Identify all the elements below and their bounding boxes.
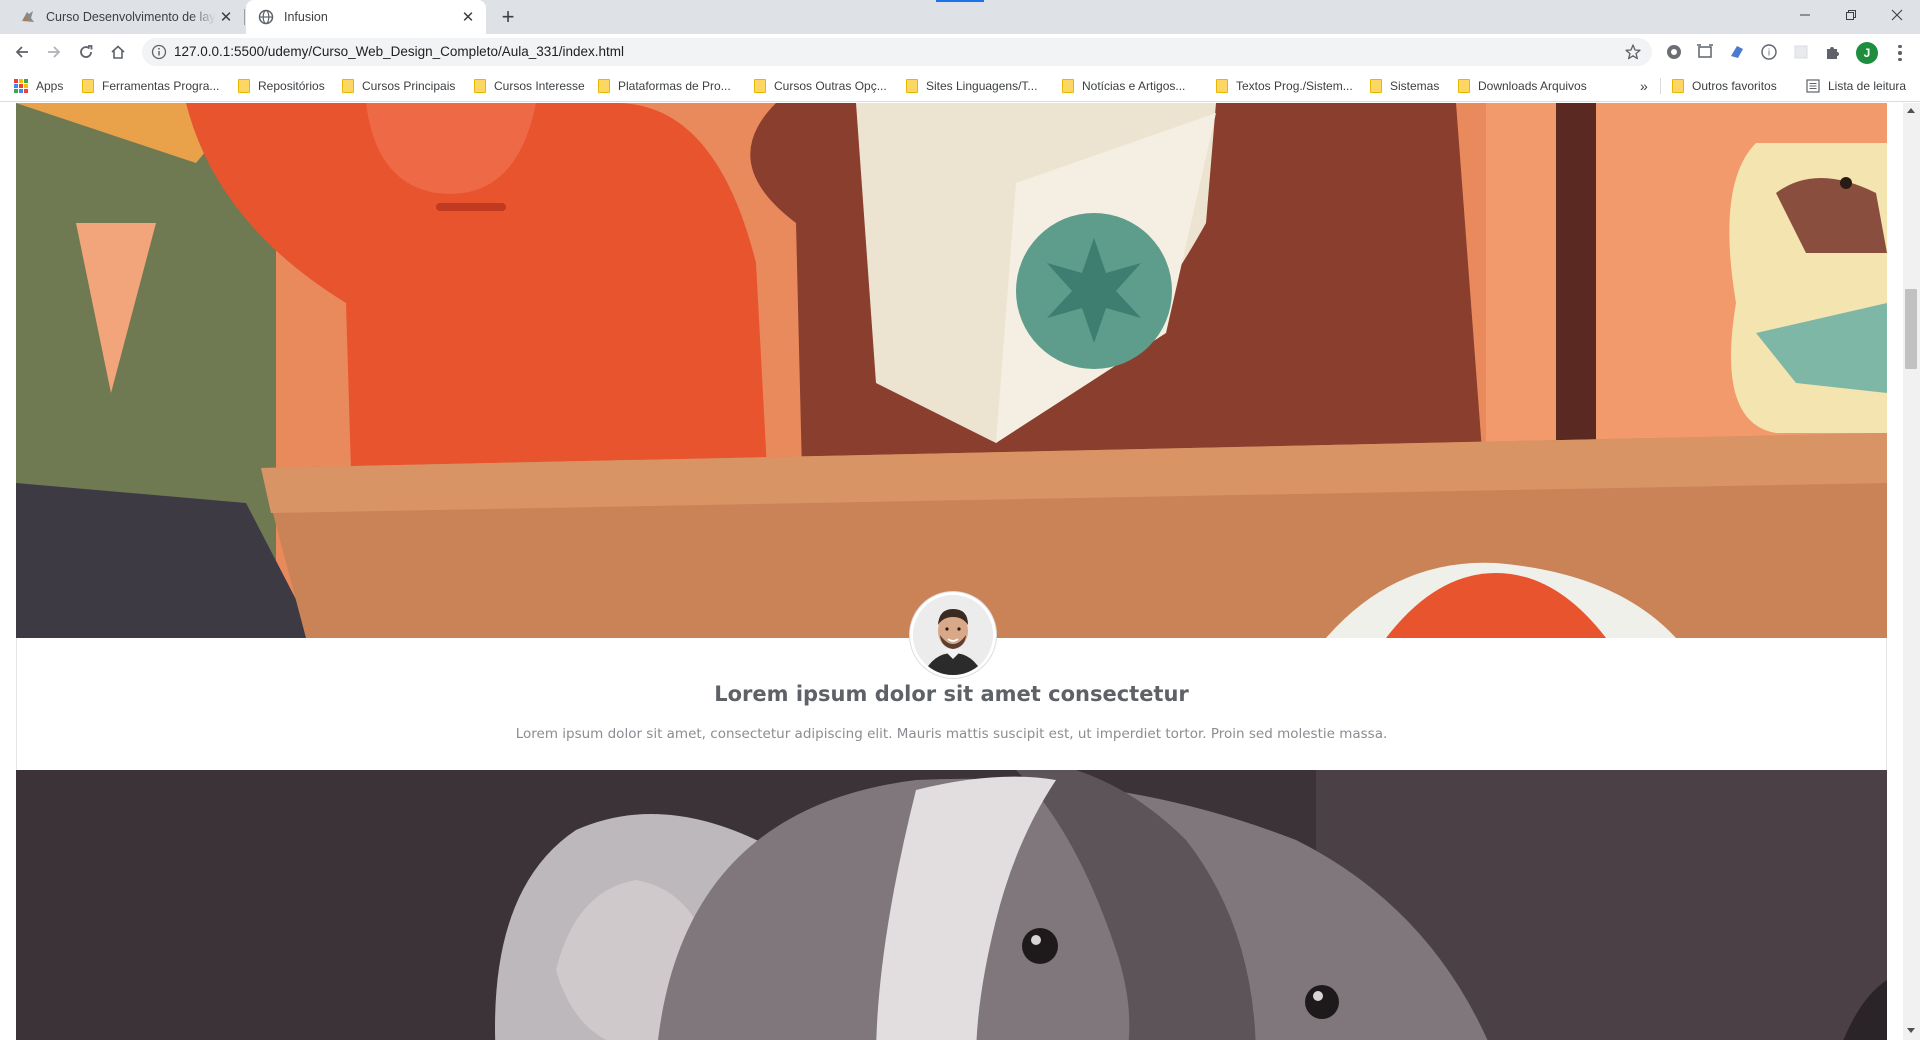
- scroll-up-arrow-icon[interactable]: [1906, 105, 1916, 115]
- scroll-down-arrow-icon[interactable]: [1906, 1026, 1916, 1036]
- globe-icon: [258, 9, 274, 25]
- bookmark-apps[interactable]: Apps: [14, 70, 63, 101]
- extensions-puzzle-icon[interactable]: [1824, 43, 1842, 61]
- folder-icon: [906, 78, 918, 93]
- bookmark-folder-sites-linguagens[interactable]: Sites Linguagens/T...: [906, 70, 1037, 101]
- browser-toolbar: 127.0.0.1:5500/udemy/Curso_Web_Design_Co…: [0, 34, 1920, 70]
- bookmark-folder-ferramentas[interactable]: Ferramentas Progra...: [82, 70, 219, 101]
- bookmark-label: Downloads Arquivos: [1478, 78, 1587, 93]
- screenshot-extension-icon[interactable]: [1696, 43, 1714, 61]
- extension-blank-icon[interactable]: [1792, 43, 1810, 61]
- home-icon[interactable]: [104, 38, 132, 66]
- bookmark-label: Plataformas de Pro...: [618, 78, 731, 93]
- bookmark-label: Textos Prog./Sistem...: [1236, 78, 1353, 93]
- page-viewport: Lorem ipsum dolor sit amet consectetur L…: [0, 103, 1903, 1040]
- bookmark-label: Cursos Principais: [362, 78, 456, 93]
- folder-icon: [754, 78, 766, 93]
- folder-icon: [238, 78, 250, 93]
- reading-list-icon: [1806, 78, 1820, 93]
- folder-icon: [474, 78, 486, 93]
- card-text: Lorem ipsum dolor sit amet, consectetur …: [515, 726, 1388, 742]
- tab-strip-accent: [936, 0, 984, 2]
- tab-course[interactable]: Curso Desenvolvimento de layou ✕: [12, 0, 244, 34]
- page-scrollbar[interactable]: [1903, 103, 1920, 1040]
- bookmark-label: Cursos Outras Opç...: [774, 78, 887, 93]
- bookmark-folder-noticias[interactable]: Notícias e Artigos...: [1062, 70, 1185, 101]
- bookmark-folder-textos[interactable]: Textos Prog./Sistem...: [1216, 70, 1353, 101]
- profile-avatar[interactable]: J: [1856, 42, 1878, 64]
- reload-icon[interactable]: [72, 38, 100, 66]
- bookmark-folder-cursos-interesse[interactable]: Cursos Interesse: [474, 70, 585, 101]
- bookmark-folder-cursos-outras[interactable]: Cursos Outras Opç...: [754, 70, 887, 101]
- forward-icon[interactable]: [40, 38, 68, 66]
- bookmark-label: Sites Linguagens/T...: [926, 78, 1038, 93]
- close-tab-icon[interactable]: ✕: [458, 7, 478, 27]
- illustration-image: [16, 103, 1887, 638]
- reading-list-label: Lista de leitura: [1828, 78, 1907, 93]
- folder-icon: [1458, 78, 1470, 93]
- card-title: Lorem ipsum dolor sit amet consectetur: [714, 682, 1189, 706]
- bookmark-label: Notícias e Artigos...: [1082, 78, 1186, 93]
- bookmark-folder-cursos-principais[interactable]: Cursos Principais: [342, 70, 455, 101]
- apps-grid-icon: [14, 78, 28, 93]
- extension-blue-icon[interactable]: [1728, 43, 1746, 61]
- tab-strip: Curso Desenvolvimento de layou ✕ Infusio…: [0, 0, 1920, 34]
- close-tab-icon[interactable]: ✕: [216, 7, 236, 27]
- tab-separator: [244, 9, 245, 25]
- tab-infusion[interactable]: Infusion ✕: [246, 0, 486, 34]
- bookmark-label: Outros favoritos: [1692, 78, 1777, 93]
- new-tab-button[interactable]: +: [496, 4, 520, 29]
- bookmark-folder-sistemas[interactable]: Sistemas: [1370, 70, 1439, 101]
- restore-icon[interactable]: [1828, 0, 1874, 30]
- card-body: Lorem ipsum dolor sit amet consectetur L…: [16, 592, 1887, 770]
- bookmark-label: Repositórios: [258, 78, 325, 93]
- bookmark-label: Ferramentas Progra...: [102, 78, 220, 93]
- reading-list-button[interactable]: Lista de leitura: [1806, 70, 1906, 101]
- folder-icon: [1672, 78, 1684, 93]
- bookmark-label: Sistemas: [1390, 78, 1440, 93]
- scrollbar-thumb[interactable]: [1905, 289, 1917, 369]
- bookmarks-bar: Apps Ferramentas Progra... Repositórios …: [0, 70, 1920, 102]
- site-info-icon[interactable]: [151, 44, 167, 60]
- bookmark-folder-downloads[interactable]: Downloads Arquivos: [1458, 70, 1587, 101]
- course-favicon-icon: [20, 9, 36, 25]
- back-icon[interactable]: [8, 38, 36, 66]
- folder-icon: [82, 78, 94, 93]
- extension-globe-icon[interactable]: [1665, 43, 1683, 61]
- extension-circle-icon[interactable]: i: [1760, 43, 1778, 61]
- folder-icon: [1062, 78, 1074, 93]
- bookmarks-overflow-button[interactable]: »: [1640, 70, 1648, 101]
- folder-icon: [342, 78, 354, 93]
- minimize-icon[interactable]: [1782, 0, 1828, 30]
- svg-text:i: i: [1768, 49, 1771, 59]
- folder-icon: [598, 78, 610, 93]
- bookmark-folder-outros[interactable]: Outros favoritos: [1672, 70, 1777, 101]
- bookmark-star-icon[interactable]: [1624, 43, 1642, 61]
- bookmarks-separator: [1660, 78, 1661, 94]
- folder-icon: [1216, 78, 1228, 93]
- tab-title: Infusion: [284, 10, 328, 24]
- bookmark-label: Apps: [36, 78, 64, 93]
- tab-title: Curso Desenvolvimento de layou: [46, 10, 216, 24]
- bookmark-label: Cursos Interesse: [494, 78, 585, 93]
- folder-icon: [1370, 78, 1382, 93]
- address-bar[interactable]: 127.0.0.1:5500/udemy/Curso_Web_Design_Co…: [142, 38, 1652, 66]
- browser-menu-icon[interactable]: [1892, 42, 1908, 64]
- bookmark-folder-plataformas[interactable]: Plataformas de Pro...: [598, 70, 731, 101]
- dog-photo-image: [16, 770, 1887, 1040]
- close-window-icon[interactable]: [1874, 0, 1920, 30]
- author-avatar: [910, 592, 996, 678]
- bookmark-folder-repositorios[interactable]: Repositórios: [238, 70, 325, 101]
- url-text: 127.0.0.1:5500/udemy/Curso_Web_Design_Co…: [174, 44, 625, 59]
